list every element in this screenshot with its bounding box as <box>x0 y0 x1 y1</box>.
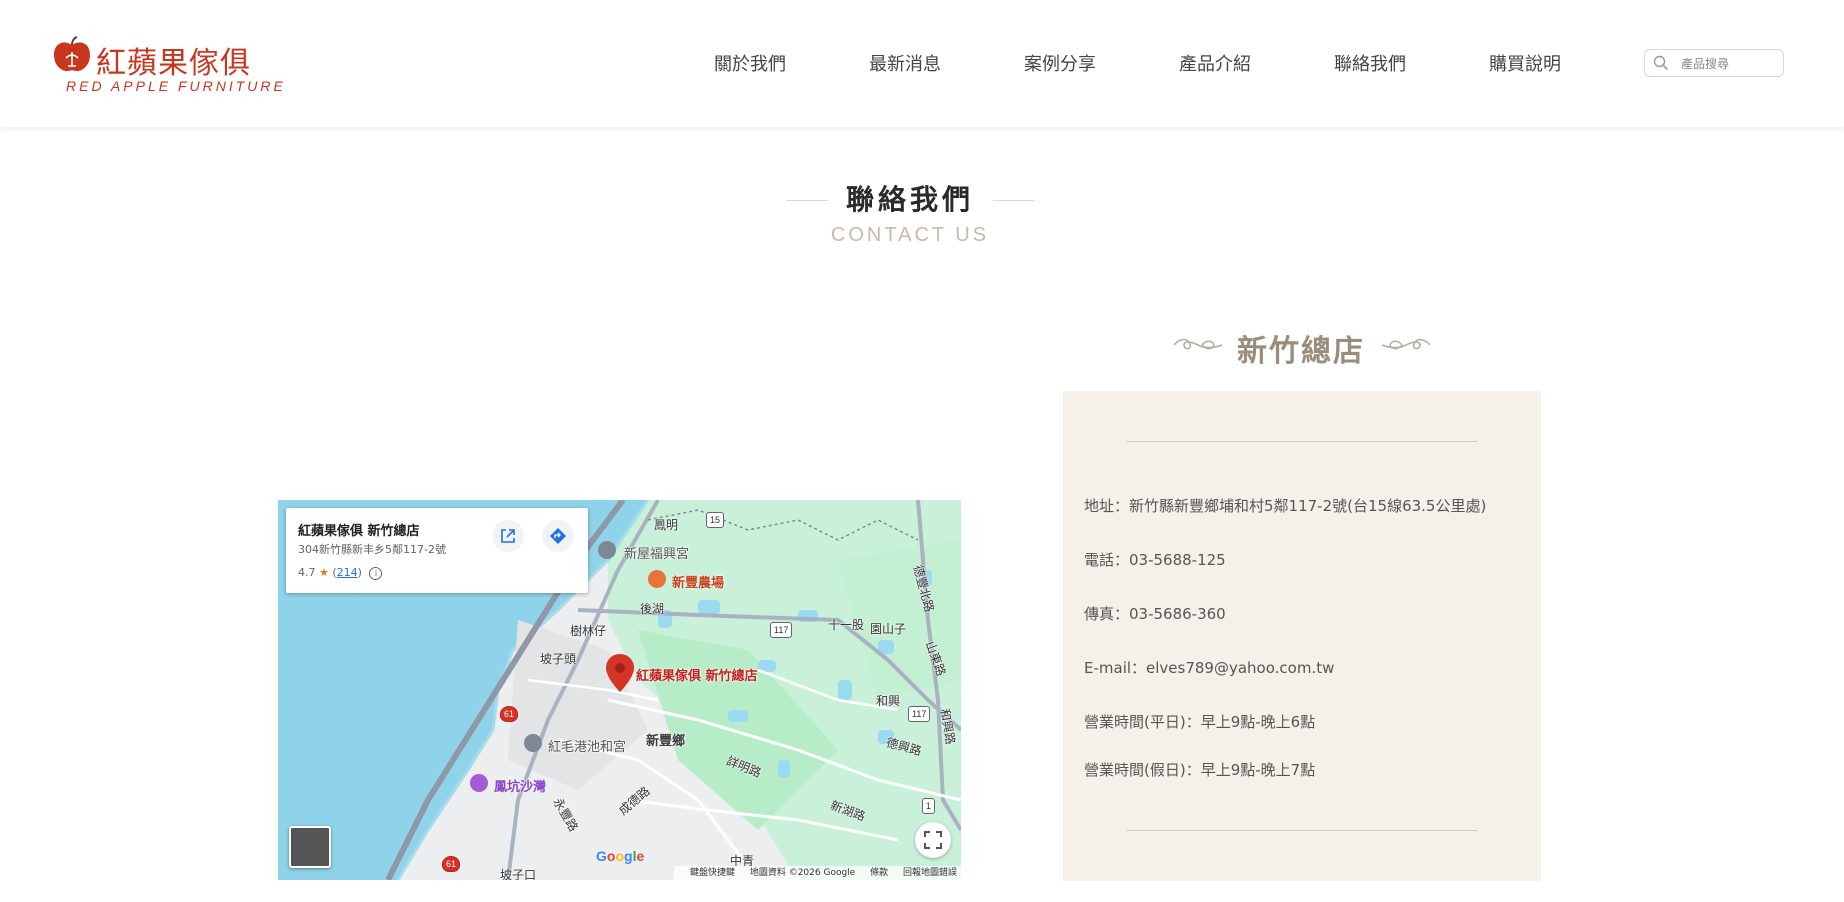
place-name: 紅蘋果傢俱 新竹總店 <box>298 524 420 539</box>
place-address: 304新竹縣新丰乡5鄰117-2號 <box>298 543 446 556</box>
map-label[interactable]: 新豐農場 <box>672 572 724 591</box>
logo-text-en: RED APPLE FURNITURE <box>66 78 286 94</box>
map-label: 和興 <box>876 694 901 708</box>
map-data-credit: 地圖資料 ©2026 Google <box>749 868 856 878</box>
highway-shield: 117 <box>908 706 931 722</box>
store-address: 地址：新竹縣新豐鄉埔和村5鄰117-2號(台15線63.5公里處) <box>1084 497 1487 515</box>
external-link-icon <box>501 529 515 543</box>
highway-shield: 15 <box>706 512 725 528</box>
map-label: 坡子口 <box>500 868 537 880</box>
review-count-link[interactable]: 214 <box>337 566 358 579</box>
map-label[interactable]: 紅毛港池和宮 <box>548 736 626 755</box>
map-pin-icon[interactable] <box>606 654 634 692</box>
map-attribution: 鍵盤快捷鍵 地圖資料 ©2026 Google 條款 回報地圖錯誤 <box>673 866 961 880</box>
restaurant-icon[interactable] <box>648 570 666 588</box>
nav-item-about[interactable]: 關於我們 <box>714 50 786 76</box>
highway-shield: 61 <box>500 706 519 722</box>
star-icon: ★ <box>319 566 329 579</box>
store-fax: 傳真：03-5686-360 <box>1084 605 1226 623</box>
search-icon[interactable] <box>1653 55 1669 71</box>
map-label: 坡子頭 <box>540 652 577 666</box>
fullscreen-icon <box>924 831 942 849</box>
terms-link[interactable]: 條款 <box>870 868 888 878</box>
map-place-card: 紅蘋果傢俱 新竹總店 304新竹縣新丰乡5鄰117-2號 4.7 ★ (214)… <box>286 508 588 593</box>
map-label[interactable]: 新屋福興宮 <box>624 543 689 562</box>
nav-item-cases[interactable]: 案例分享 <box>1024 50 1096 76</box>
fullscreen-button[interactable] <box>915 822 951 858</box>
map-pin-label[interactable]: 紅蘋果傢俱 新竹總店 <box>636 665 758 684</box>
map-label: 鳳明 <box>654 518 679 532</box>
open-in-maps-button[interactable] <box>492 520 524 552</box>
satellite-toggle-button[interactable] <box>289 826 331 868</box>
highway-shield: 117 <box>770 622 793 638</box>
map-label: 後湖 <box>640 602 665 616</box>
title-divider-right <box>993 200 1035 201</box>
nav-item-products[interactable]: 產品介紹 <box>1179 50 1251 76</box>
store-phone[interactable]: 電話：03-5688-125 <box>1084 549 1226 570</box>
store-info-panel: 地址：新竹縣新豐鄉埔和村5鄰117-2號(台15線63.5公里處) 電話：03-… <box>1063 391 1541 881</box>
map-label: 十一股 <box>828 618 865 632</box>
nav-item-purchase[interactable]: 購買說明 <box>1489 50 1561 76</box>
apple-logo-icon <box>54 36 90 72</box>
logo-text-cn: 紅蘋果傢俱 <box>96 46 251 81</box>
nav-item-news[interactable]: 最新消息 <box>869 50 941 76</box>
search-input[interactable] <box>1679 53 1779 75</box>
landmark-icon[interactable] <box>598 541 616 559</box>
ornament-right-icon <box>1381 338 1431 350</box>
directions-button[interactable] <box>542 520 574 552</box>
store-name: 新竹總店 <box>1237 334 1365 369</box>
map-label: 新豐鄉 <box>646 734 686 749</box>
nav-item-contact[interactable]: 聯絡我們 <box>1334 50 1406 76</box>
report-error-link[interactable]: 回報地圖錯誤 <box>903 868 957 878</box>
site-header: 紅蘋果傢俱 RED APPLE FURNITURE 關於我們 最新消息 案例分享… <box>0 0 1844 127</box>
page-subtitle: CONTACT US <box>830 224 990 246</box>
landmark-icon[interactable] <box>524 734 542 752</box>
page-title: 聯絡我們 <box>845 183 974 216</box>
highway-shield: 1 <box>922 798 936 814</box>
rating-value: 4.7 <box>298 566 316 579</box>
place-rating: 4.7 ★ (214) i <box>298 566 383 580</box>
logo[interactable]: 紅蘋果傢俱 RED APPLE FURNITURE <box>52 32 283 96</box>
divider <box>1127 441 1477 442</box>
beach-icon[interactable] <box>470 774 488 792</box>
store-hours-weekday: 營業時間(平日)：早上9點-晚上6點 <box>1084 713 1316 731</box>
map-label: 園山子 <box>870 622 907 636</box>
ornament-left-icon <box>1173 338 1223 350</box>
directions-icon <box>550 528 566 544</box>
highway-shield: 61 <box>442 856 461 872</box>
map-label: 樹林仔 <box>570 624 607 638</box>
store-email[interactable]: E-mail：elves789@yahoo.com.tw <box>1084 657 1334 678</box>
info-icon[interactable]: i <box>369 567 383 580</box>
divider <box>1127 830 1477 831</box>
google-map[interactable]: 紅蘋果傢俱 新竹總店 304新竹縣新丰乡5鄰117-2號 4.7 ★ (214)… <box>278 500 961 880</box>
store-heading: 新竹總店 <box>1062 326 1540 370</box>
product-search <box>1644 49 1784 77</box>
google-logo: Google <box>596 848 645 864</box>
keyboard-shortcuts-link[interactable]: 鍵盤快捷鍵 <box>690 868 735 878</box>
map-label[interactable]: 鳳坑沙灣 <box>494 776 546 795</box>
store-hours-holiday: 營業時間(假日)：早上9點-晚上7點 <box>1084 761 1316 779</box>
